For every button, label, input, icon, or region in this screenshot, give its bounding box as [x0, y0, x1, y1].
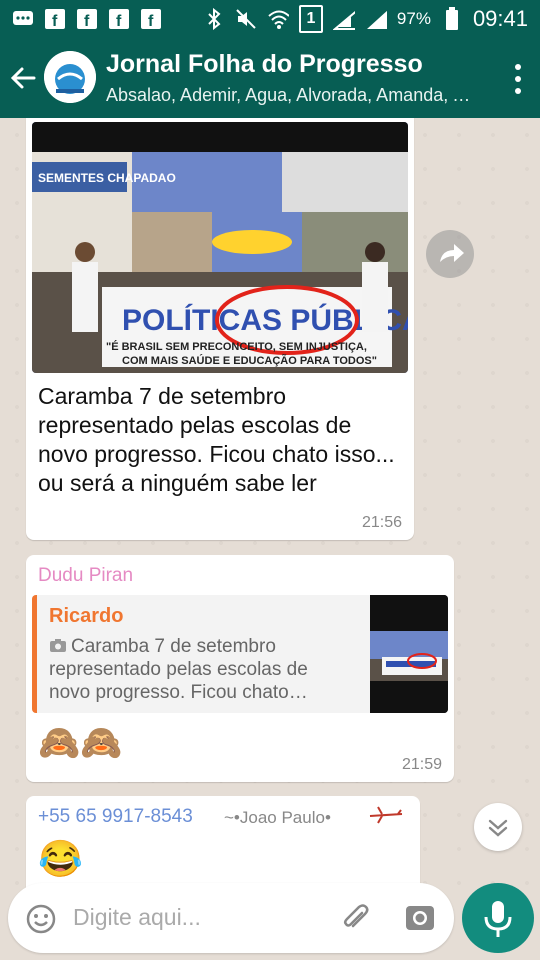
message-sender-phone: +55 65 9917-8543: [38, 806, 193, 827]
emoji-icon[interactable]: [25, 903, 57, 935]
voice-message-button[interactable]: [462, 883, 534, 953]
chat-title: Jornal Folha do Progresso: [106, 50, 423, 78]
status-bar: f f f f 1 97% 09:41: [0, 0, 540, 38]
quote-accent-bar: [32, 595, 37, 713]
image-banner-sub1: "É BRASIL SEM PRECONCEITO, SEM INJUSTIÇA…: [106, 340, 367, 353]
message-bubble[interactable]: Dudu Piran Ricardo Caramba 7 de setembro…: [26, 555, 454, 782]
message-time: 21:56: [361, 514, 402, 531]
microphone-icon: [484, 901, 512, 937]
image-banner-top: SEMENTES CHAPADAO: [38, 171, 176, 185]
chat-members: Absalao, Ademir, Agua, Alvorada, Amanda,…: [106, 85, 471, 105]
battery-icon: [441, 7, 463, 30]
quoted-message[interactable]: Ricardo Caramba 7 de setembro representa…: [32, 595, 448, 713]
group-avatar[interactable]: [44, 51, 96, 103]
message-bubble[interactable]: SEMENTES CHAPADAO POLÍTICAS PÚBLICAS "É …: [26, 118, 414, 540]
sim-icon: 1: [298, 5, 323, 33]
battery-percent: 97%: [396, 9, 431, 28]
message-photo[interactable]: SEMENTES CHAPADAO POLÍTICAS PÚBLICAS "É …: [32, 122, 408, 373]
message-text: Caramba 7 de setembro representado pelas…: [38, 383, 395, 496]
svg-text:f: f: [52, 13, 58, 29]
chat-area[interactable]: SEMENTES CHAPADAO POLÍTICAS PÚBLICAS "É …: [0, 118, 540, 890]
chat-header[interactable]: Jornal Folha do Progresso Absalao, Ademi…: [0, 38, 540, 118]
signal-icon: [365, 8, 387, 30]
forward-icon: [440, 244, 464, 262]
more-options-icon[interactable]: [512, 62, 524, 96]
scroll-down-button[interactable]: [474, 803, 522, 851]
facebook-icon: f: [140, 8, 162, 30]
forward-button[interactable]: [426, 230, 474, 278]
message-bubble[interactable]: +55 65 9917-8543 ~•Joao Paulo• 😂: [26, 796, 420, 890]
attach-icon[interactable]: [338, 901, 372, 935]
message-emoji: 😂: [38, 838, 83, 879]
image-banner-sub2: COM MAIS SAÚDE E EDUCAÇÃO PARA TODOS": [122, 354, 377, 367]
bluetooth-icon: [203, 8, 225, 30]
message-emoji: 🙈🙈: [38, 724, 123, 762]
signal-icon: [332, 8, 355, 30]
svg-text:f: f: [116, 13, 122, 29]
message-sender: Dudu Piran: [38, 565, 134, 586]
message-input[interactable]: Digite aqui...: [73, 904, 201, 931]
facebook-icon: f: [44, 8, 66, 30]
wifi-icon: [267, 8, 289, 30]
chat-icon: [12, 8, 34, 30]
message-time: 21:59: [401, 756, 442, 773]
facebook-icon: f: [108, 8, 130, 30]
quoted-sender: Ricardo: [49, 605, 124, 627]
mute-icon: [235, 8, 257, 30]
camera-icon: [50, 639, 66, 652]
svg-text:f: f: [84, 13, 90, 29]
message-composer[interactable]: Digite aqui...: [8, 883, 454, 953]
camera-icon[interactable]: [404, 902, 436, 934]
svg-text:f: f: [148, 13, 154, 29]
back-arrow-icon[interactable]: [8, 60, 40, 96]
quoted-text-content: Caramba 7 de setembro representado pelas…: [49, 636, 308, 703]
double-chevron-down-icon: [488, 819, 508, 837]
clock: 09:41: [472, 6, 528, 31]
message-sender-name: ~•Joao Paulo•: [224, 808, 331, 827]
facebook-icon: f: [76, 8, 98, 30]
quoted-text: Caramba 7 de setembro representado pelas…: [49, 635, 349, 704]
quoted-thumbnail: [370, 595, 448, 713]
airplane-icon: [369, 806, 403, 824]
